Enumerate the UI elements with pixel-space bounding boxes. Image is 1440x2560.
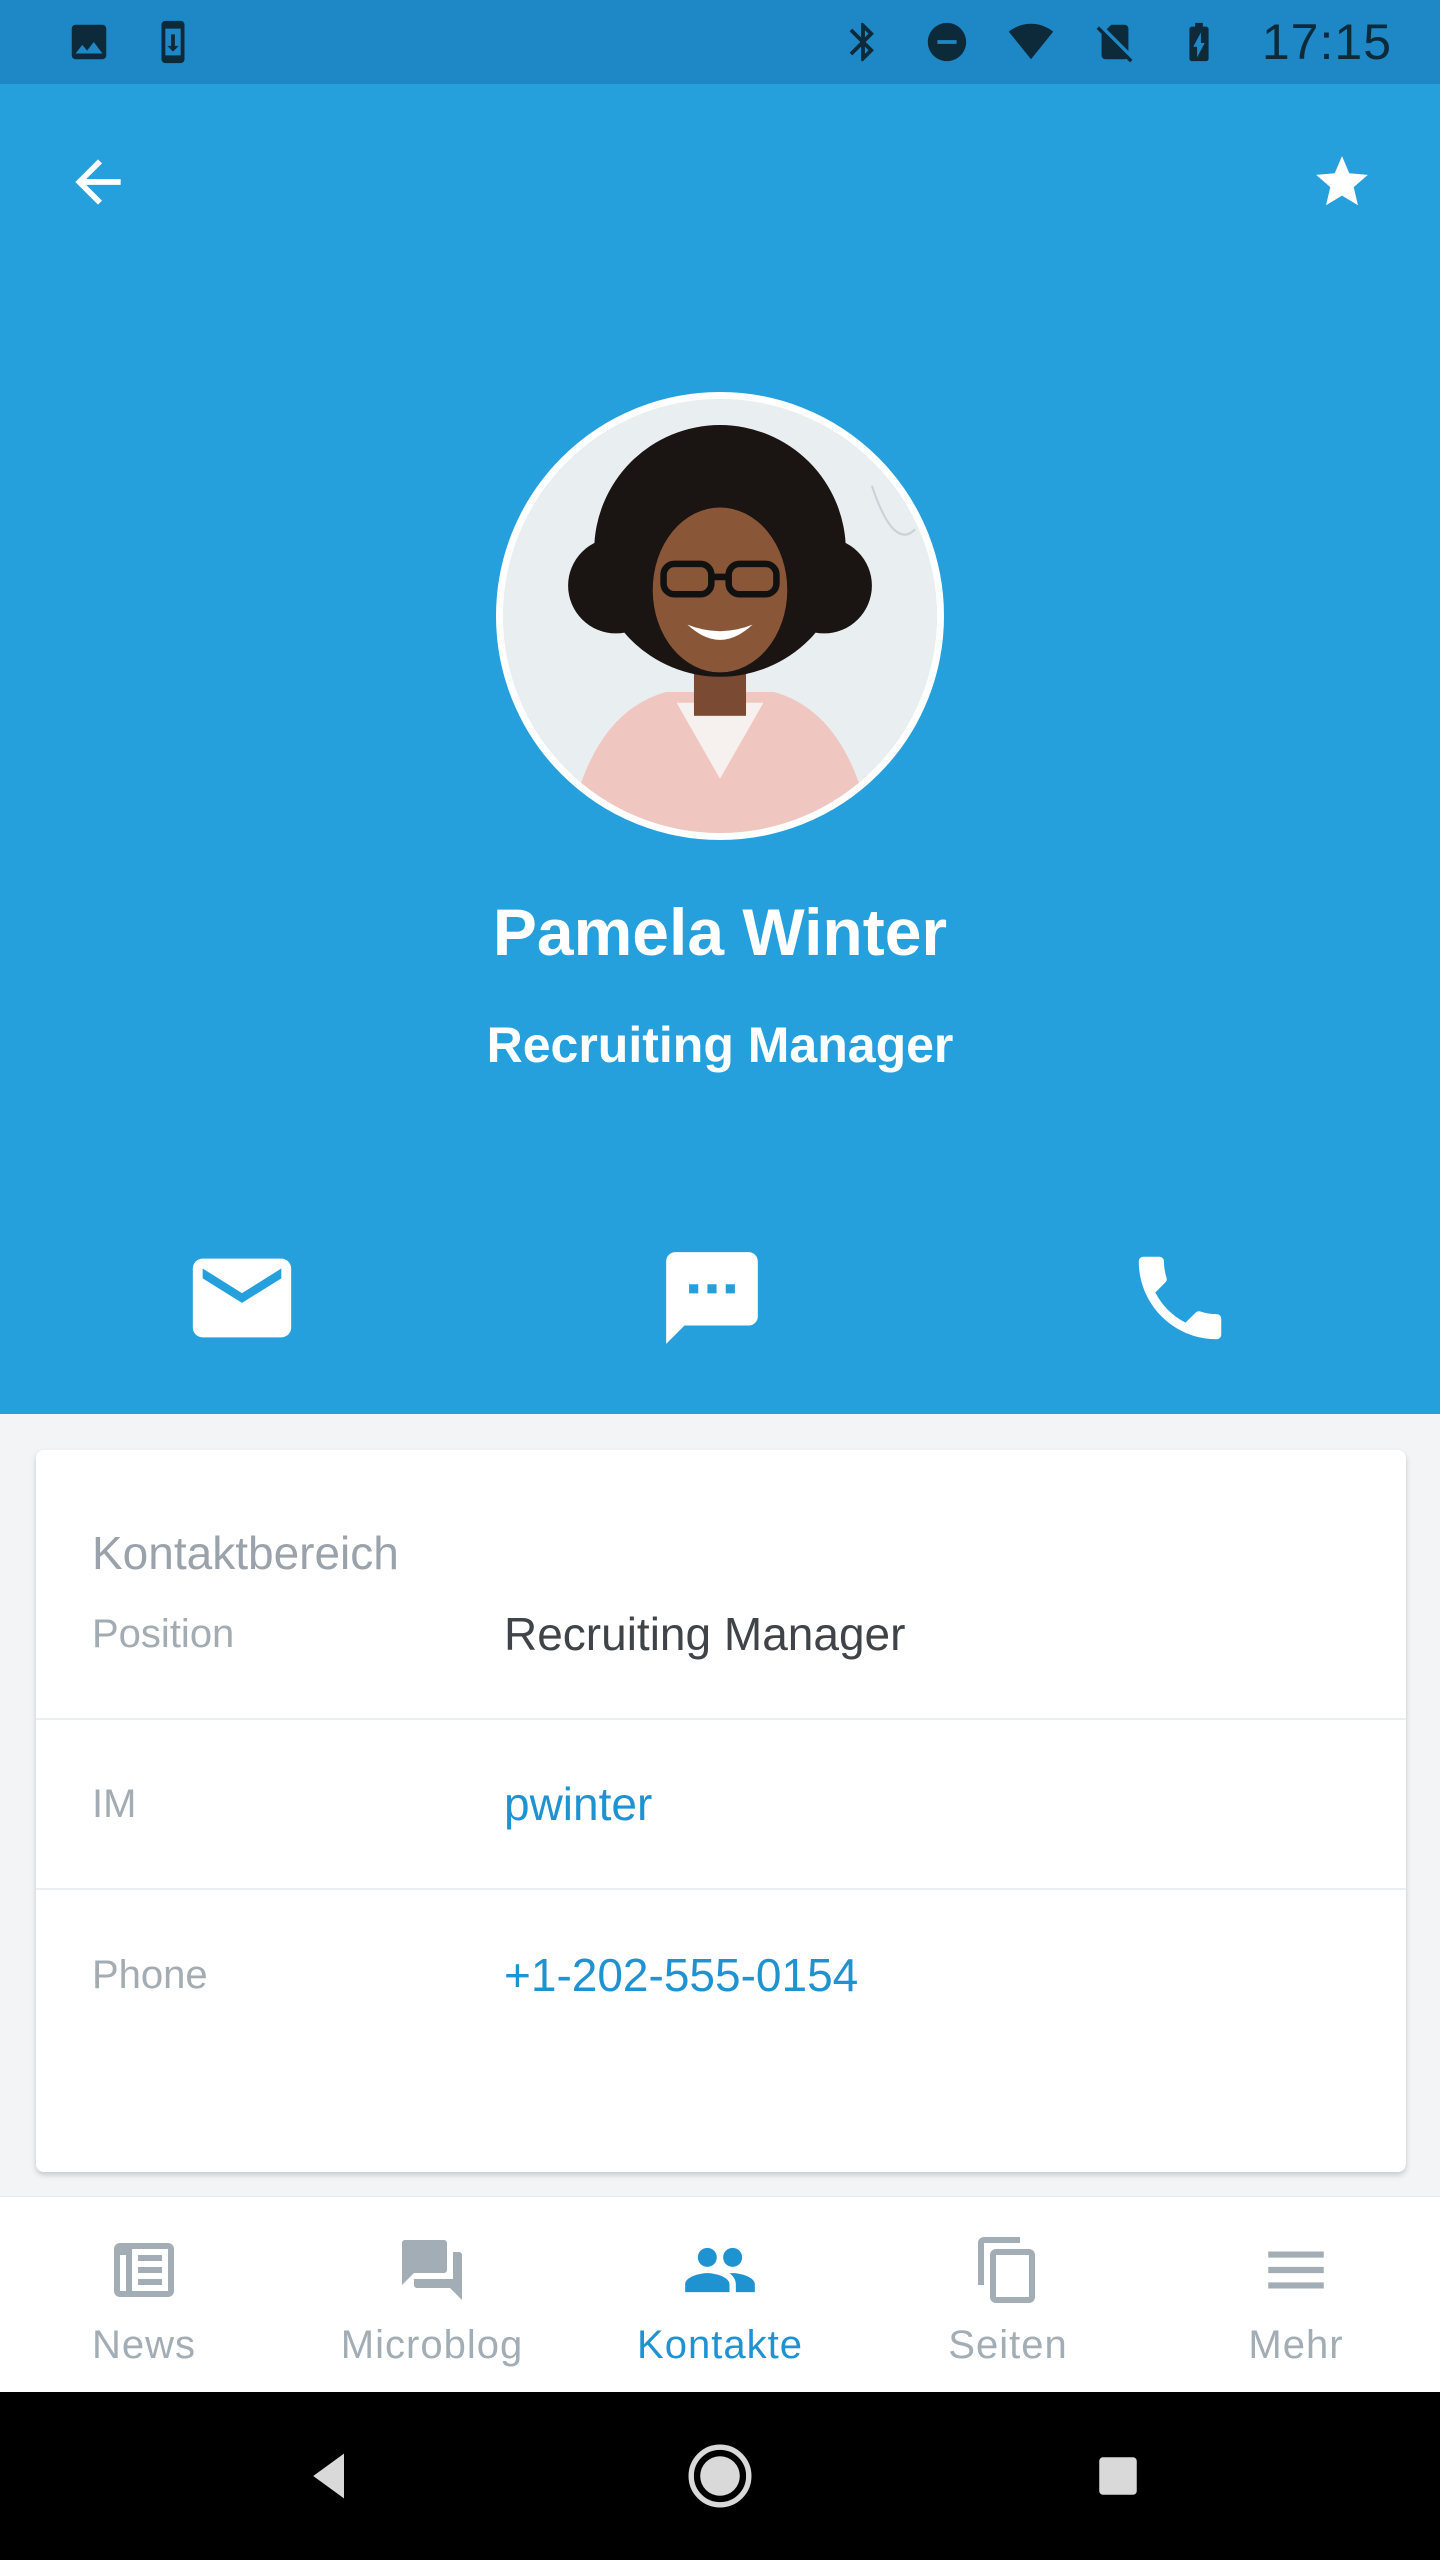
battery-charging-icon [1174,17,1224,67]
tab-microblog[interactable]: Microblog [288,2197,576,2392]
star-icon [1316,156,1368,206]
tab-seiten[interactable]: Seiten [864,2197,1152,2392]
pages-icon [968,2235,1048,2305]
call-button[interactable] [1110,1228,1250,1368]
contact-row-im: IM pwinter [36,1720,1406,1890]
row-label: Phone [92,1952,208,1997]
wifi-icon [1006,17,1056,67]
contacts-icon [680,2235,760,2305]
triangle-back-icon [313,2453,344,2499]
profile-header: Pamela Winter Recruiting Manager [0,84,1440,1414]
tab-kontakte[interactable]: Kontakte [576,2197,864,2392]
profile-title: Recruiting Manager [486,1017,954,1073]
avatar [496,392,944,840]
profile-photo [503,399,937,833]
profile-name: Pamela Winter [492,895,948,969]
mail-icon [192,1258,292,1338]
bluetooth-icon [838,17,888,67]
system-home-button[interactable] [680,2436,760,2516]
im-link[interactable]: pwinter [504,1777,652,1831]
newspaper-icon [104,2235,184,2305]
do-not-disturb-icon [922,17,972,67]
row-label: Position [92,1611,235,1656]
phone-icon [1138,1256,1222,1340]
status-right-icons: 17:15 [838,13,1392,71]
tab-label: Seiten [948,2323,1068,2367]
tab-news[interactable]: News [0,2197,288,2392]
status-bar: 17:15 [0,0,1440,84]
system-navigation-bar [0,2392,1440,2560]
system-back-button[interactable] [290,2436,370,2516]
circle-home-icon [688,2444,752,2508]
system-recents-button[interactable] [1078,2436,1158,2516]
email-button[interactable] [172,1228,312,1368]
status-time: 17:15 [1261,14,1392,70]
row-label: IM [92,1781,137,1826]
tab-label: News [91,2323,197,2367]
contact-detail-screen: 17:15 Pamela Winter Recruiting Manager K… [0,0,1440,2560]
download-icon [148,17,198,67]
row-value: Recruiting Manager [504,1608,906,1660]
tab-mehr[interactable]: Mehr [1152,2197,1440,2392]
status-left-icons [64,17,198,67]
back-button[interactable] [48,132,148,232]
square-recents-icon [1099,2457,1137,2495]
contact-row-phone: Phone +1-202-555-0154 [36,1890,1406,2060]
favorite-button[interactable] [1292,132,1392,232]
no-sim-icon [1090,17,1140,67]
image-icon [64,17,114,67]
tab-label: Kontakte [637,2323,803,2367]
message-button[interactable] [642,1228,782,1368]
contact-row-position: Position Recruiting Manager [36,1550,1406,1720]
phone-link[interactable]: +1-202-555-0154 [504,1948,858,2002]
arrow-back-icon [75,159,121,205]
bottom-navigation: News Microblog Kontakte Seiten Mehr [0,2196,1440,2392]
chat-icon [666,1252,758,1344]
tab-label: Mehr [1248,2323,1344,2367]
forum-icon [392,2235,472,2305]
menu-icon [1256,2235,1336,2305]
tab-label: Microblog [340,2323,524,2367]
